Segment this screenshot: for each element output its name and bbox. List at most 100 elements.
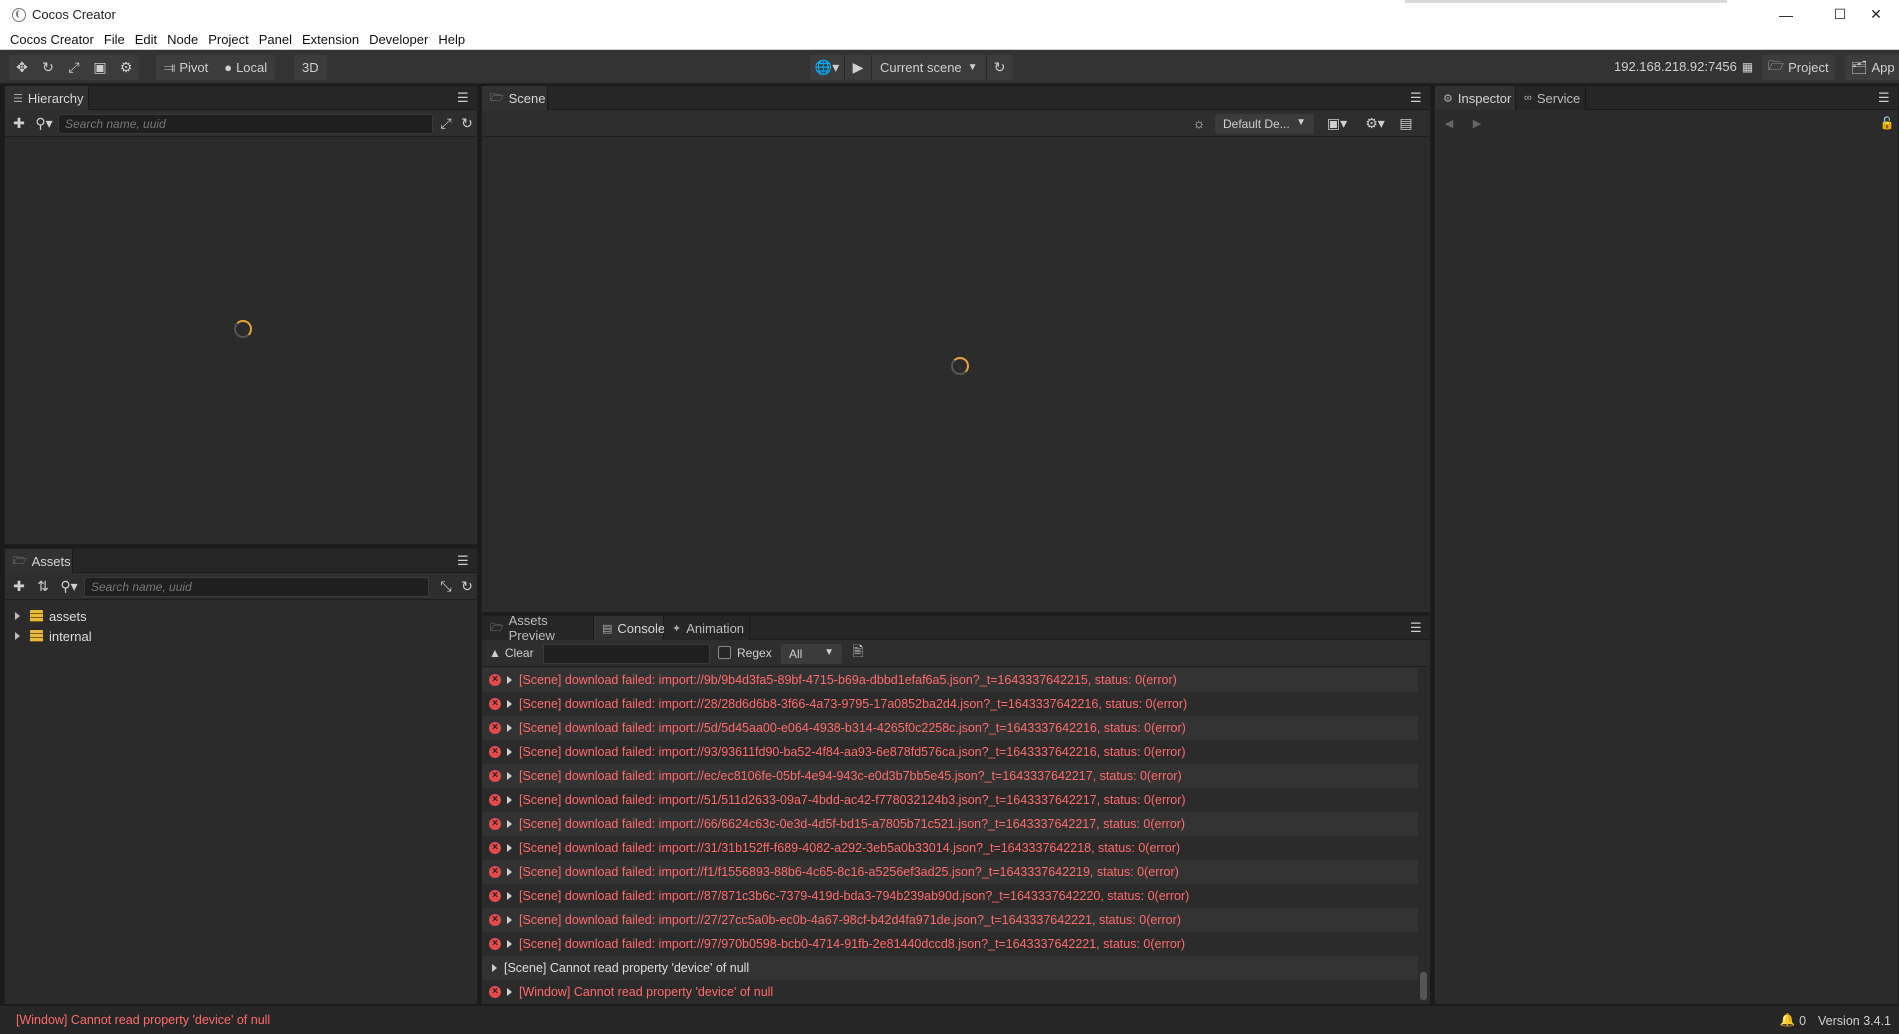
console-log-row[interactable]: × [Scene] download failed: import://87/87… <box>482 884 1422 908</box>
console-log-row[interactable]: × [Scene] download failed: import://28/28… <box>482 692 1422 716</box>
tab-scene[interactable]: 🗁 Scene <box>482 86 548 110</box>
rect-tool-icon[interactable]: ▣ <box>87 55 113 80</box>
console-scrollbar[interactable] <box>1418 668 1428 1002</box>
scene-select[interactable]: Current scene ▼ <box>872 55 986 80</box>
status-message[interactable]: [Window] Cannot read property 'device' o… <box>16 1013 270 1027</box>
gizmo-view-icon[interactable]: ▣▾ <box>1323 114 1351 132</box>
tab-assets-preview[interactable]: 🗁 Assets Preview <box>482 613 594 643</box>
play-icon[interactable]: ▶ <box>845 55 871 80</box>
menu-node[interactable]: Node <box>162 32 203 47</box>
expand-arrow-icon[interactable] <box>507 988 512 996</box>
tree-item-assets[interactable]: assets <box>15 606 87 626</box>
expand-arrow-icon[interactable] <box>492 964 497 972</box>
sort-icon[interactable]: ⇅ <box>32 577 54 595</box>
expand-arrow-icon[interactable] <box>15 612 20 620</box>
expand-arrow-icon[interactable] <box>507 676 512 684</box>
expand-arrow-icon[interactable] <box>507 916 512 924</box>
log-level-select[interactable]: All ▼ <box>781 644 842 664</box>
console-log-row[interactable]: × [Scene] download failed: import://93/93… <box>482 740 1422 764</box>
console-log-row[interactable]: × [Scene] download failed: import://9b/9b… <box>482 668 1422 692</box>
close-icon[interactable]: ✕ <box>1853 0 1899 29</box>
hamburger-icon[interactable]: ☰ <box>1410 620 1422 635</box>
expand-arrow-icon[interactable] <box>507 796 512 804</box>
tree-item-internal[interactable]: internal <box>15 626 92 646</box>
console-log-row[interactable]: × [Scene] download failed: import://f1/f1… <box>482 860 1422 884</box>
expand-arrow-icon[interactable] <box>507 700 512 708</box>
menu-file[interactable]: File <box>99 32 130 47</box>
app-button[interactable]: 🗂 App <box>1845 55 1899 80</box>
expand-arrow-icon[interactable] <box>507 940 512 948</box>
pivot-button[interactable]: ⫥ Pivot <box>156 55 216 80</box>
menu-project[interactable]: Project <box>203 32 253 47</box>
menu-cocos-creator[interactable]: Cocos Creator <box>0 32 99 47</box>
open-log-file-icon[interactable]: 🖹 <box>849 643 867 662</box>
expand-icon[interactable]: ⤢ <box>437 114 455 132</box>
hamburger-icon[interactable]: ☰ <box>1410 90 1422 105</box>
console-log-row[interactable]: × [Scene] download failed: import://ec/ec… <box>482 764 1422 788</box>
local-button[interactable]: ● Local <box>216 55 275 80</box>
console-log-row[interactable]: × [Scene] download failed: import://27/27… <box>482 908 1422 932</box>
tab-inspector[interactable]: ⚙ Inspector <box>1435 86 1516 110</box>
scale-tool-icon[interactable]: ⤢ <box>61 55 87 80</box>
add-icon[interactable]: ✚ <box>10 114 28 132</box>
expand-arrow-icon[interactable] <box>15 632 20 640</box>
rotate-tool-icon[interactable]: ↻ <box>35 55 61 80</box>
settings-tool-icon[interactable]: ⚙ <box>113 55 139 80</box>
hamburger-icon[interactable]: ☰ <box>457 553 469 568</box>
console-log-row[interactable]: × [Window] Cannot read property 'device' … <box>482 980 1422 1004</box>
mode-3d-button[interactable]: 3D <box>294 55 327 80</box>
camera-select[interactable]: Default De... ▼ <box>1215 114 1314 134</box>
project-button[interactable]: 🗁 Project <box>1762 55 1835 80</box>
main-toolbar: ✥ ↻ ⤢ ▣ ⚙ ⫥ Pivot ● Local 3D 🌐▾ ▶ Current … <box>0 50 1899 84</box>
tab-console[interactable]: ▤ Console <box>594 616 665 640</box>
gear-icon[interactable]: ⚙▾ <box>1361 114 1389 132</box>
console-log-row[interactable]: × [Scene] download failed: import://5d/5d… <box>482 716 1422 740</box>
console-log-row[interactable]: × [Scene] download failed: import://66/66… <box>482 812 1422 836</box>
minimize-icon[interactable]: — <box>1763 0 1809 29</box>
qr-code-icon[interactable]: ▦ <box>1742 60 1753 74</box>
hierarchy-search-input[interactable]: Search name, uuid <box>58 114 433 134</box>
expand-arrow-icon[interactable] <box>507 820 512 828</box>
console-log-row[interactable]: × [Scene] download failed: import://51/51… <box>482 788 1422 812</box>
hamburger-icon[interactable]: ☰ <box>1878 90 1890 105</box>
search-icon[interactable]: ⚲▾ <box>57 577 81 595</box>
search-icon[interactable]: ⚲▾ <box>32 114 56 132</box>
refresh-icon[interactable]: ↻ <box>458 577 476 595</box>
collapse-icon[interactable]: ⤡ <box>437 577 455 595</box>
snapshot-icon[interactable]: ▤ <box>1397 114 1415 132</box>
expand-arrow-icon[interactable] <box>507 844 512 852</box>
expand-arrow-icon[interactable] <box>507 868 512 876</box>
assets-search-input[interactable]: Search name, uuid <box>84 577 429 597</box>
expand-arrow-icon[interactable] <box>507 748 512 756</box>
tab-assets[interactable]: 🗁 Assets <box>5 549 73 573</box>
tab-service[interactable]: ∞ Service <box>1516 86 1586 110</box>
console-filter-input[interactable] <box>543 644 710 664</box>
expand-arrow-icon[interactable] <box>507 724 512 732</box>
console-log-row[interactable]: [Scene] Cannot read property 'device' of… <box>482 956 1422 980</box>
console-scroll-thumb[interactable] <box>1420 972 1427 1000</box>
tab-animation[interactable]: ✦ Animation <box>664 616 750 640</box>
light-icon[interactable]: ☼ <box>1190 114 1208 132</box>
regex-checkbox[interactable] <box>718 646 731 659</box>
menu-help[interactable]: Help <box>433 32 470 47</box>
tab-hierarchy[interactable]: ☰ Hierarchy <box>5 86 89 110</box>
clear-button[interactable]: ▲ Clear <box>489 646 534 660</box>
expand-arrow-icon[interactable] <box>507 772 512 780</box>
bell-icon[interactable]: 🔔 <box>1780 1013 1796 1028</box>
refresh-icon[interactable]: ↻ <box>987 55 1013 80</box>
lock-icon[interactable]: 🔓 <box>1878 114 1896 132</box>
preview-platform-icon[interactable]: 🌐▾ <box>810 55 844 80</box>
move-tool-icon[interactable]: ✥ <box>9 55 35 80</box>
hamburger-icon[interactable]: ☰ <box>457 90 469 105</box>
refresh-icon[interactable]: ↻ <box>458 114 476 132</box>
expand-arrow-icon[interactable] <box>507 892 512 900</box>
menu-extension[interactable]: Extension <box>297 32 364 47</box>
add-icon[interactable]: ✚ <box>10 577 28 595</box>
menu-edit[interactable]: Edit <box>130 32 162 47</box>
console-log-row[interactable]: × [Scene] download failed: import://97/97… <box>482 932 1422 956</box>
menu-developer[interactable]: Developer <box>364 32 433 47</box>
console-log-row[interactable]: × [Scene] download failed: import://31/31… <box>482 836 1422 860</box>
menu-panel[interactable]: Panel <box>254 32 297 47</box>
forward-arrow-icon[interactable]: ▶ <box>1468 114 1486 132</box>
back-arrow-icon[interactable]: ◀ <box>1440 114 1458 132</box>
